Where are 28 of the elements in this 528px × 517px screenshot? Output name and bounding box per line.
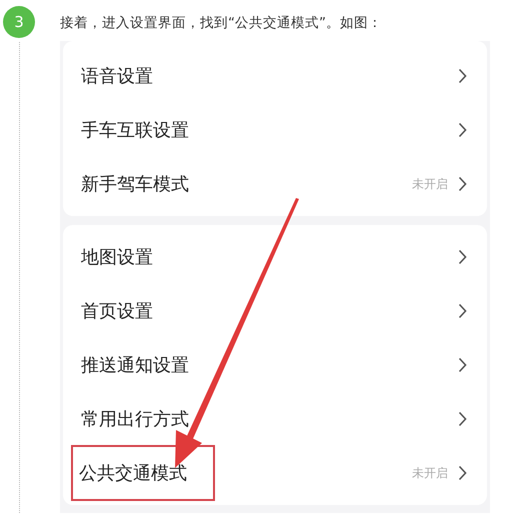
setting-label: 常用出行方式 [81, 408, 189, 431]
status-text: 未开启 [412, 176, 448, 192]
chevron-icon [458, 411, 467, 427]
settings-row[interactable]: 公共交通模式 未开启 [63, 446, 487, 500]
chevron-icon [458, 465, 467, 481]
status-text: 未开启 [412, 464, 448, 482]
setting-label: 公共交通模式 [79, 463, 187, 484]
setting-label: 首页设置 [81, 300, 153, 323]
chevron-icon [458, 249, 467, 265]
step-number: 3 [3, 6, 35, 38]
settings-row[interactable]: 常用出行方式 [63, 392, 487, 446]
chevron-icon [458, 176, 467, 192]
chevron-icon [458, 303, 467, 319]
chevron-icon [458, 68, 467, 84]
chevron-icon [458, 357, 467, 373]
setting-label: 新手驾车模式 [81, 173, 189, 196]
setting-label: 手车互联设置 [81, 119, 189, 142]
settings-row[interactable]: 推送通知设置 [63, 338, 487, 392]
chevron-icon [458, 122, 467, 138]
settings-row[interactable]: 地图设置 [63, 230, 487, 284]
settings-row[interactable]: 首页设置 [63, 284, 487, 338]
settings-row[interactable]: 手车互联设置 [63, 103, 487, 157]
settings-row[interactable]: 新手驾车模式 未开启 [63, 157, 487, 211]
instruction-text: 接着，进入设置界面，找到“公共交通模式”。如图： [60, 14, 383, 32]
setting-label: 地图设置 [81, 246, 153, 269]
settings-row[interactable]: 语音设置 [63, 49, 487, 103]
setting-label: 语音设置 [81, 65, 153, 88]
setting-label: 推送通知设置 [81, 354, 189, 377]
